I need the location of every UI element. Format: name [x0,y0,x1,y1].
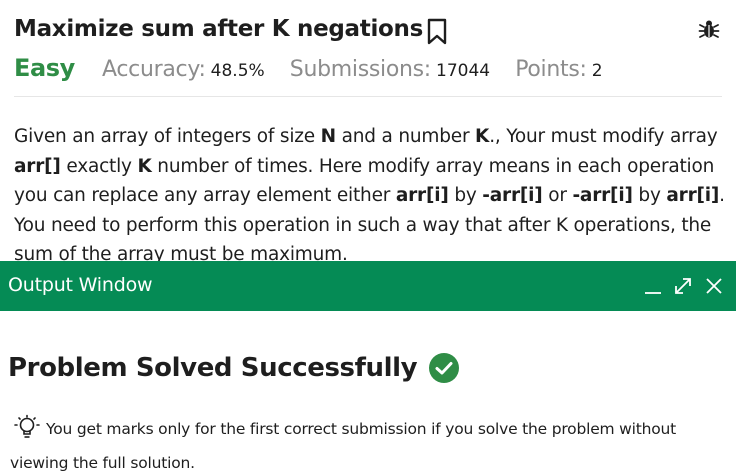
statement-bold: arr[] [14,155,61,177]
statement-text: Given an array of integers of size [14,126,321,147]
accuracy-label: Accuracy: [102,57,206,82]
statement-bold: arr[i] [395,185,449,206]
statement-bold: -arr[i] [572,185,633,206]
tip-text: You get marks only for the first correct… [10,420,677,472]
bookmark-icon[interactable] [426,18,448,46]
statement-bold: -arr[i] [482,185,543,206]
submissions-label: Submissions: [289,57,431,82]
output-window: Output Window Problem Solved Successfull… [0,261,736,474]
statement-bold: arr[i] [666,185,720,206]
statement-text: by [632,185,667,206]
close-icon[interactable] [703,275,725,297]
statement-bold: N [320,126,337,147]
statement-text: and a number [335,126,476,147]
problem-meta: Easy Accuracy: 48.5% Submissions: 17044 … [14,54,623,86]
problem-pane: Maximize sum after K negations Easy Accu… [0,0,736,262]
accuracy-value: 48.5% [210,61,265,81]
problem-statement: Given an array of integers of size N and… [14,122,726,262]
statement-bold: K [137,155,152,177]
title-row: Maximize sum after K negations [14,14,722,50]
statement-text: exactly [60,155,138,177]
statement-text: ., Your must modify array [489,126,718,147]
statement-bold: K [475,126,490,147]
submission-tip: You get marks only for the first correct… [10,412,710,474]
expand-icon[interactable] [672,275,694,297]
result-message: Problem Solved Successfully [8,353,418,383]
output-window-title: Output Window [8,274,153,296]
header-divider [14,96,722,97]
bug-icon[interactable] [698,18,720,40]
submissions-value: 17044 [436,61,491,81]
minimize-icon[interactable] [642,275,664,297]
points-label: Points: [515,57,587,82]
output-window-titlebar: Output Window [0,261,736,311]
lightbulb-icon [14,414,40,438]
points-value: 2 [591,61,603,81]
result-row: Problem Solved Successfully [8,352,460,388]
check-circle-icon [429,353,460,383]
statement-text: or [542,185,573,206]
statement-text: by [448,185,483,206]
problem-title: Maximize sum after K negations [14,16,424,42]
difficulty-badge: Easy [14,54,75,82]
